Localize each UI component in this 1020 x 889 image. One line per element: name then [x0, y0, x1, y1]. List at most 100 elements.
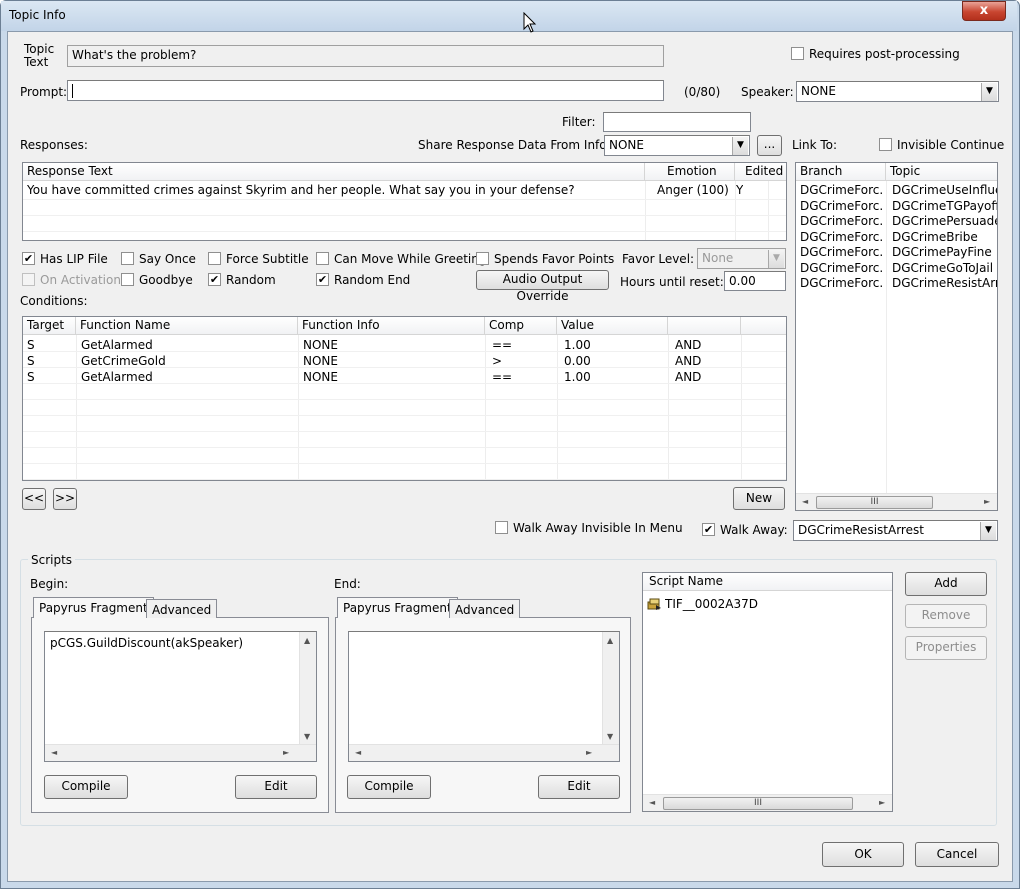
link-to-row[interactable]: DGCrimeForc... DGCrimeGoToJail [796, 260, 997, 276]
previous-condition-button[interactable]: << [22, 488, 46, 510]
column-branch[interactable]: Branch [796, 163, 886, 181]
share-response-value: NONE [609, 138, 644, 152]
column-topic[interactable]: Topic [886, 163, 997, 181]
cancel-button[interactable]: Cancel [915, 842, 999, 867]
column-comp[interactable]: Comp [485, 317, 557, 335]
add-script-button[interactable]: Add [905, 572, 987, 596]
walk-away-invisible-checkbox[interactable] [495, 521, 508, 534]
end-edit-button[interactable]: Edit [538, 775, 620, 799]
end-hscrollbar[interactable]: ◄ ► [349, 744, 619, 761]
begin-tab-advanced[interactable]: Advanced [146, 599, 218, 618]
column-edited[interactable]: Edited [735, 163, 786, 181]
script-list[interactable]: Script Name TIF__0002A37D ◄ III ► [642, 572, 893, 812]
conditions-header: Target Function Name Function Info Comp … [23, 317, 786, 335]
walk-away-checkbox[interactable]: ✔ [702, 523, 715, 536]
scroll-thumb[interactable]: III [816, 496, 933, 509]
scroll-up-icon[interactable]: ▲ [304, 636, 310, 645]
scroll-left-icon[interactable]: ◄ [355, 748, 361, 757]
filter-input[interactable] [603, 112, 751, 132]
link-to-row[interactable]: DGCrimeForc... DGCrimePersuade [796, 213, 997, 229]
chevron-down-icon[interactable]: ▼ [768, 250, 784, 268]
begin-hscrollbar[interactable]: ◄ ► [45, 744, 316, 761]
close-button[interactable]: x [962, 1, 1006, 21]
condition-row[interactable]: S GetCrimeGold NONE >0.00 AND [23, 353, 786, 369]
random-checkbox[interactable]: ✔ [208, 273, 221, 286]
begin-tab-papyrus-fragment[interactable]: Papyrus Fragment [33, 597, 154, 618]
scroll-right-icon[interactable]: ► [879, 798, 885, 807]
link-to-row[interactable]: DGCrimeForc... DGCrimeTGPayoff [796, 198, 997, 214]
responses-table[interactable]: Response Text Emotion Edited You have co… [22, 162, 787, 241]
scroll-down-icon[interactable]: ▼ [304, 732, 310, 741]
topic-text-field[interactable]: What's the problem? [67, 45, 664, 67]
end-tab-papyrus-fragment[interactable]: Papyrus Fragment [337, 597, 458, 618]
condition-row[interactable]: S GetAlarmed NONE == 1.00 AND [23, 337, 786, 353]
end-tab-advanced[interactable]: Advanced [449, 599, 521, 618]
column-emotion[interactable]: Emotion [645, 163, 735, 181]
link-to-row[interactable]: DGCrimeForc... DGCrimeUseInfluen [796, 182, 997, 198]
link-to-hscrollbar[interactable]: ◄ III ► [796, 493, 997, 510]
scroll-left-icon[interactable]: ◄ [649, 798, 655, 807]
begin-vscrollbar[interactable]: ▲ ▼ [299, 632, 316, 746]
ok-button[interactable]: OK [822, 842, 904, 867]
column-function-info[interactable]: Function Info [298, 317, 485, 335]
link-to-row[interactable]: DGCrimeForc... DGCrimePayFine [796, 244, 997, 260]
begin-compile-button[interactable]: Compile [44, 775, 128, 799]
invisible-continue-checkbox[interactable] [879, 138, 892, 151]
scroll-thumb[interactable]: III [663, 797, 853, 810]
script-list-hscrollbar[interactable]: ◄ III ► [643, 794, 892, 811]
say-once-checkbox[interactable] [121, 252, 134, 265]
scroll-down-icon[interactable]: ▼ [607, 732, 613, 741]
new-condition-button[interactable]: New [733, 487, 785, 510]
chevron-down-icon[interactable]: ▼ [732, 137, 748, 155]
end-code-editor[interactable]: ▲ ▼ ◄ ► [348, 631, 620, 762]
condition-row[interactable]: S GetAlarmed NONE == 1.00 AND [23, 369, 786, 385]
column-value[interactable]: Value [557, 317, 668, 335]
column-target[interactable]: Target [23, 317, 76, 335]
can-move-while-greeting-label: Can Move While Greeting [334, 252, 487, 266]
spends-favor-points-label: Spends Favor Points [494, 252, 615, 266]
speaker-select[interactable]: NONE ▼ [796, 81, 999, 102]
script-list-item[interactable]: TIF__0002A37D [646, 596, 886, 612]
share-response-select[interactable]: NONE ▼ [604, 135, 750, 156]
hours-until-reset-input[interactable]: 0.00 [724, 271, 786, 291]
scroll-right-icon[interactable]: ► [586, 748, 592, 757]
remove-script-button[interactable]: Remove [905, 604, 987, 628]
next-condition-button[interactable]: >> [53, 488, 77, 510]
requires-post-processing-checkbox[interactable] [791, 47, 804, 60]
conditions-label: Conditions: [20, 294, 88, 308]
link-to-table[interactable]: Branch Topic DGCrimeForc... DGCrimeUseInf… [795, 162, 998, 511]
end-compile-button[interactable]: Compile [347, 775, 431, 799]
chevron-down-icon[interactable]: ▼ [981, 83, 997, 101]
link-to-row[interactable]: DGCrimeForc... DGCrimeResistArres [796, 275, 997, 291]
force-subtitle-checkbox[interactable] [208, 252, 221, 265]
scroll-left-icon[interactable]: ◄ [802, 497, 808, 506]
column-logic[interactable] [668, 317, 741, 335]
link-to-row[interactable]: DGCrimeForc... DGCrimeBribe [796, 229, 997, 245]
scroll-up-icon[interactable]: ▲ [607, 636, 613, 645]
begin-edit-button[interactable]: Edit [235, 775, 317, 799]
conditions-table[interactable]: Target Function Name Function Info Comp … [22, 316, 787, 481]
favor-level-select[interactable]: None ▼ [697, 248, 786, 269]
script-properties-button[interactable]: Properties [905, 636, 987, 660]
scroll-right-icon[interactable]: ► [984, 497, 990, 506]
end-vscrollbar[interactable]: ▲ ▼ [602, 632, 619, 746]
filter-label: Filter: [562, 115, 596, 129]
begin-code-editor[interactable]: pCGS.GuildDiscount(akSpeaker) ▲ ▼ ◄ ► [44, 631, 317, 762]
scroll-right-icon[interactable]: ► [283, 748, 289, 757]
scroll-left-icon[interactable]: ◄ [51, 748, 57, 757]
audio-output-override-button[interactable]: Audio Output Override [476, 270, 609, 303]
spends-favor-points-checkbox[interactable] [476, 252, 489, 265]
column-response-text[interactable]: Response Text [23, 163, 645, 181]
chevron-down-icon[interactable]: ▼ [980, 522, 996, 540]
goodbye-checkbox[interactable] [121, 273, 134, 286]
has-lip-file-checkbox[interactable]: ✔ [22, 252, 35, 265]
column-script-name[interactable]: Script Name [643, 573, 892, 591]
can-move-while-greeting-checkbox[interactable] [316, 252, 329, 265]
column-function-name[interactable]: Function Name [76, 317, 298, 335]
share-response-browse-button[interactable]: ... [757, 135, 782, 156]
walk-away-select[interactable]: DGCrimeResistArrest ▼ [793, 520, 998, 541]
random-end-checkbox[interactable]: ✔ [316, 273, 329, 286]
on-activation-checkbox[interactable] [22, 273, 35, 286]
response-row[interactable]: You have committed crimes against Skyrim… [23, 182, 786, 198]
prompt-input[interactable] [67, 80, 664, 101]
